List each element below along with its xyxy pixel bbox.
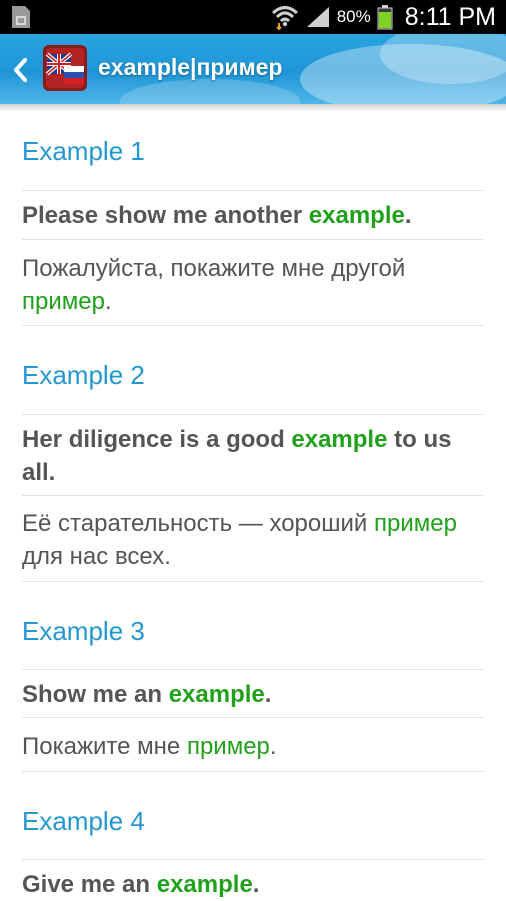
highlighted-word: пример <box>22 288 105 315</box>
sim-card-icon <box>12 6 30 28</box>
example-english-4[interactable]: Give me an example. <box>22 868 484 901</box>
example-header-4: Example 4 <box>22 806 145 836</box>
example-header-1: Example 1 <box>22 136 145 166</box>
signal-icon <box>306 7 329 27</box>
divider <box>22 859 484 860</box>
back-button[interactable] <box>6 54 34 86</box>
action-bar: example|пример <box>0 34 506 104</box>
highlighted-word: example <box>291 426 388 453</box>
divider <box>22 239 484 240</box>
example-header-3: Example 3 <box>22 616 145 646</box>
dictionary-flags-icon[interactable] <box>42 44 88 92</box>
clock: 8:11 PM <box>404 2 496 31</box>
wifi-icon <box>271 6 298 30</box>
example-russian-2[interactable]: Её старательность — хороший пример для н… <box>22 507 484 573</box>
highlighted-word: example <box>308 202 405 229</box>
status-bar: 80% 8:11 PM <box>0 0 506 34</box>
example-english-1[interactable]: Please show me another example. <box>22 199 484 232</box>
page-title: example|пример <box>98 54 283 80</box>
divider <box>22 414 484 415</box>
divider <box>22 581 484 582</box>
example-russian-1[interactable]: Пожалуйста, покажите мне другой пример. <box>22 252 484 318</box>
highlighted-word: example <box>156 871 253 898</box>
divider <box>22 771 484 772</box>
action-bar-shadow <box>0 104 506 112</box>
battery-icon <box>377 5 393 30</box>
example-russian-3[interactable]: Покажите мне пример. <box>22 730 484 763</box>
highlighted-word: example <box>168 681 265 708</box>
battery-percent: 80% <box>336 7 371 26</box>
example-english-2[interactable]: Her diligence is a good example to us al… <box>22 423 484 489</box>
divider <box>22 190 484 191</box>
highlighted-word: пример <box>373 510 457 537</box>
example-header-2: Example 2 <box>22 360 145 390</box>
divider <box>22 669 484 670</box>
divider <box>22 717 484 718</box>
chevron-left-icon <box>14 58 27 82</box>
highlighted-word: пример <box>186 733 270 760</box>
divider <box>22 495 484 496</box>
divider <box>22 325 484 326</box>
example-english-3[interactable]: Show me an example. <box>22 678 484 711</box>
